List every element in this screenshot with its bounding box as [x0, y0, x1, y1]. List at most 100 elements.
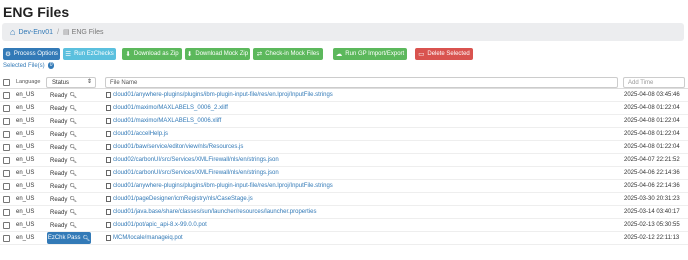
table-row: en_US Ready 🔍︎ cloud01/pageDesigner/icmRegi…	[0, 193, 688, 206]
row-status-label: Ready	[50, 222, 68, 229]
home-icon[interactable]: ⌂	[10, 27, 15, 37]
file-icon	[106, 209, 111, 215]
row-file-link[interactable]: cloud01/anywhere-plugins/plugins/ibm-plu…	[106, 92, 333, 98]
row-language: en_US	[16, 157, 35, 163]
add-time-header: Add Time	[628, 79, 654, 86]
add-time-filter-input[interactable]: Add Time	[623, 77, 685, 88]
gear-icon: ⚙	[5, 51, 11, 58]
file-name-header: File Name	[110, 79, 138, 86]
process-options-label: Process Options	[13, 51, 58, 57]
row-status: Ready 🔍︎	[50, 209, 77, 217]
row-file-link[interactable]: cloud01/carbonUI/src/Services/XMLFirewal…	[106, 170, 279, 176]
row-file-link[interactable]: cloud02/carbonUI/src/Services/XMLFirewal…	[106, 157, 279, 163]
run-ezchecks-label: Run EzChecks	[74, 51, 114, 57]
row-language: en_US	[16, 118, 35, 124]
selected-files-label: Selected File(s)	[3, 62, 45, 69]
row-file-name: cloud01/pageDesigner/icmRegistry/nls/Cas…	[113, 196, 253, 202]
row-status-label: Ready	[50, 105, 68, 112]
row-language: en_US	[16, 131, 35, 137]
row-checkbox[interactable]	[3, 144, 10, 151]
row-checkbox[interactable]	[3, 118, 10, 125]
checkin-mock-files-label: Check-in Mock Files	[265, 51, 320, 57]
row-language: en_US	[16, 222, 35, 228]
row-checkbox[interactable]	[3, 105, 10, 112]
row-status-label: Ready	[50, 92, 68, 99]
search-icon[interactable]: 🔍︎	[69, 118, 77, 125]
search-icon[interactable]: 🔍︎	[69, 209, 77, 216]
row-file-name: cloud01/pot/apic_api-8.x-99.0.0.pot	[113, 222, 207, 228]
row-language: en_US	[16, 209, 35, 215]
checkin-mock-files-button[interactable]: ⇄ Check-in Mock Files	[253, 48, 323, 60]
chevron-updown-icon: ⇕	[86, 79, 92, 85]
row-status: Ready 🔍︎	[50, 92, 77, 100]
table-row: en_US Ready 🔍︎ cloud01/maximo/MAXLABELS_000…	[0, 102, 688, 115]
row-status: Ready 🔍︎	[50, 157, 77, 165]
process-options-button[interactable]: ⚙ Process Options	[3, 48, 60, 60]
row-checkbox[interactable]	[3, 222, 10, 229]
file-icon	[106, 118, 111, 124]
download-mock-zip-button[interactable]: ⬇ Download Mock Zip	[185, 48, 250, 60]
search-icon[interactable]: 🔍︎	[69, 222, 77, 229]
row-status-label: Ready	[50, 170, 68, 177]
row-file-name: cloud01/anywhere-plugins/plugins/ibm-plu…	[113, 183, 333, 189]
row-checkbox[interactable]	[3, 170, 10, 177]
file-icon	[106, 157, 111, 163]
row-file-link[interactable]: cloud01/accelHelp.js	[106, 131, 168, 137]
file-icon	[106, 196, 111, 202]
breadcrumb-current-label: ENG Files	[71, 28, 104, 36]
search-icon[interactable]: 🔍︎	[69, 196, 77, 203]
row-file-link[interactable]: MCM/locale/manageiq.pot	[106, 235, 183, 241]
search-icon[interactable]: 🔍︎	[69, 92, 77, 99]
row-language: en_US	[16, 144, 35, 150]
search-icon[interactable]: 🔍︎	[69, 157, 77, 164]
row-add-time: 2025-02-13 05:30:55	[624, 222, 680, 228]
row-file-link[interactable]: cloud01/anywhere-plugins/plugins/ibm-plu…	[106, 183, 333, 189]
row-file-link[interactable]: cloud01/maximo/MAXLABELS_0006_2.xliff	[106, 105, 228, 111]
select-all-checkbox[interactable]	[3, 79, 10, 86]
row-checkbox[interactable]	[3, 209, 10, 216]
row-file-link[interactable]: cloud01/pageDesigner/icmRegistry/nls/Cas…	[106, 196, 253, 202]
search-icon[interactable]: 🔍︎	[69, 131, 77, 138]
breadcrumb-env-link[interactable]: Dev-Env01	[18, 29, 53, 36]
table-row: en_US Ready 🔍︎ cloud01/anywhere-plugins/plu…	[0, 89, 688, 102]
status-filter-select[interactable]: Status ⇕	[46, 77, 96, 88]
search-icon[interactable]: 🔍︎	[69, 105, 77, 112]
row-checkbox[interactable]	[3, 196, 10, 203]
row-checkbox[interactable]	[3, 235, 10, 242]
cloud-icon: ☁	[335, 51, 343, 58]
row-file-link[interactable]: cloud01/baw/service/editor/view/nls/Reso…	[106, 144, 243, 150]
row-checkbox[interactable]	[3, 157, 10, 164]
file-name-filter-input[interactable]: File Name	[105, 77, 618, 88]
run-ezchecks-button[interactable]: ☰ Run EzChecks	[63, 48, 116, 60]
breadcrumb-separator: /	[57, 28, 60, 36]
selected-files-indicator: Selected File(s) 0	[3, 62, 55, 69]
search-icon: 🔍︎	[82, 235, 91, 242]
row-language: en_US	[16, 235, 35, 241]
status-filter-label: Status	[52, 79, 70, 86]
file-icon	[106, 144, 111, 150]
search-icon[interactable]: 🔍︎	[69, 170, 77, 177]
language-header: Language	[16, 79, 41, 85]
download-mock-zip-label: Download Mock Zip	[195, 51, 249, 57]
row-status-button[interactable]: EzChk Pass 🔍︎	[47, 232, 91, 244]
row-add-time: 2025-04-08 03:45:46	[624, 92, 680, 98]
download-icon: ⬇	[125, 51, 131, 58]
row-file-link[interactable]: cloud01/maximo/MAXLABELS_0006.xliff	[106, 118, 221, 124]
row-checkbox[interactable]	[3, 131, 10, 138]
search-icon[interactable]: 🔍︎	[69, 144, 77, 151]
row-checkbox[interactable]	[3, 92, 10, 99]
delete-selected-button[interactable]: ▭ Delete Selected	[415, 48, 473, 60]
download-zip-button[interactable]: ⬇ Download as Zip	[122, 48, 182, 60]
breadcrumb-current: ▤ ENG Files	[63, 28, 104, 37]
file-icon	[106, 235, 111, 241]
search-icon[interactable]: 🔍︎	[69, 183, 77, 190]
row-status: Ready 🔍︎	[50, 170, 77, 178]
table-row: en_US Ready 🔍︎ cloud01/anywhere-plugins/plu…	[0, 180, 688, 193]
row-language: en_US	[16, 92, 35, 98]
run-gp-import-export-button[interactable]: ☁ Run GP Import/Export	[333, 48, 407, 60]
row-checkbox[interactable]	[3, 183, 10, 190]
row-file-name: cloud01/anywhere-plugins/plugins/ibm-plu…	[113, 92, 333, 98]
row-file-link[interactable]: cloud01/pot/apic_api-8.x-99.0.0.pot	[106, 222, 207, 228]
selected-count-badge: 0	[47, 62, 55, 69]
row-file-link[interactable]: cloud01/java.base/share/classes/sun/laun…	[106, 209, 316, 215]
